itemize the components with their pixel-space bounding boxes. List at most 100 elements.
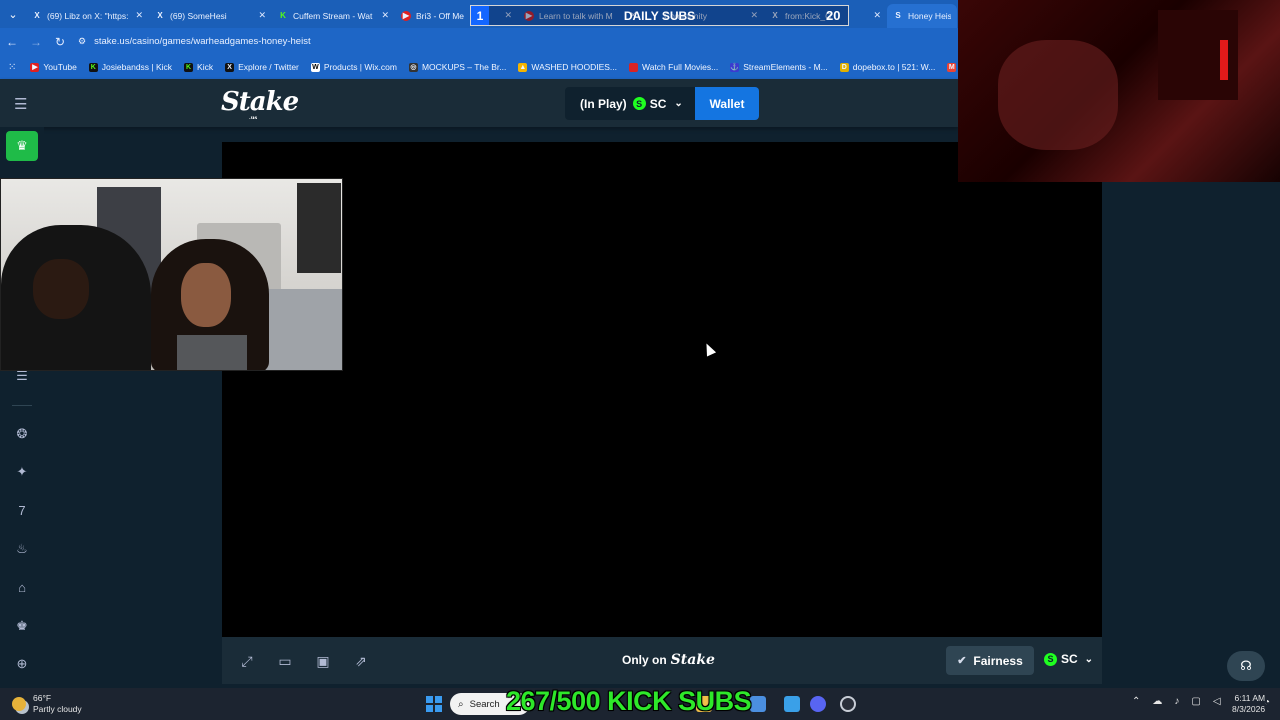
close-tab-icon[interactable]: ✕	[135, 10, 143, 21]
fairness-label: Fairness	[973, 653, 1023, 668]
kick-icon: K	[184, 62, 194, 72]
bookmark-label: WASHED HOODIES...	[531, 62, 618, 72]
clock-date: 8/3/2026	[1232, 704, 1266, 714]
browser-tab[interactable]: K Cuffem Stream - Wat ✕	[272, 4, 395, 28]
x-icon: X	[225, 62, 235, 72]
bookmark-item[interactable]: K Kick	[184, 62, 213, 72]
tab-title: Honey Heist F	[908, 10, 951, 21]
daily-subs-label: DAILY SUBS	[623, 8, 696, 23]
footer-currency-selector[interactable]: S SC ⌄	[1044, 652, 1093, 666]
popout-icon[interactable]: ⇗	[352, 652, 370, 670]
browser-tab[interactable]: S Honey Heist F	[887, 3, 957, 28]
chevron-up-icon[interactable]: ⌃	[1132, 696, 1140, 707]
close-tab-icon[interactable]: ✕	[873, 10, 881, 21]
apps-grid-icon[interactable]: ⁙	[8, 62, 16, 73]
sidebar-item-game-shows[interactable]: ⌂	[12, 577, 32, 597]
sidebar-item-originals[interactable]: ❂	[12, 424, 32, 444]
originals-icon: ❂	[16, 426, 28, 441]
only-on-text: Only on	[622, 653, 667, 667]
sidebar-item-slots[interactable]: 7	[12, 500, 32, 520]
only-on-brand: Stake	[670, 652, 715, 668]
clock-time: 6:11 AM	[1234, 693, 1266, 703]
browser-tab[interactable]: X (69) SomeHesi ✕	[149, 4, 272, 28]
browser-tab[interactable]: X (69) Libz on X: "https: ✕	[26, 4, 149, 28]
tab-search-button[interactable]: ⌄	[0, 0, 26, 28]
notification-bell-icon[interactable]: ◔	[1264, 697, 1270, 708]
sidebar-item-providers[interactable]: ⊕	[12, 654, 32, 674]
bookmark-item[interactable]: ◎ MOCKUPS – The Br...	[408, 62, 506, 72]
tab-title: (69) SomeHesi	[170, 10, 227, 21]
forward-button[interactable]: →	[24, 35, 48, 49]
mail-taskbar-icon[interactable]	[784, 696, 800, 712]
stake-logo[interactable]: Stake .us	[221, 87, 299, 121]
bookmark-item[interactable]: W Products | Wix.com	[310, 62, 397, 72]
bookmark-item[interactable]: ⚓ StreamElements - M...	[730, 62, 828, 72]
obs-icon[interactable]	[840, 696, 856, 712]
url-field[interactable]: ⚙ stake.us/casino/games/warheadgames-hon…	[78, 36, 311, 47]
balance-selector[interactable]: (In Play) S SC ⌄	[565, 87, 695, 120]
stats-icon[interactable]: ▣	[314, 652, 332, 670]
webcam-overlay-left	[0, 178, 343, 371]
game-canvas[interactable]	[222, 142, 1102, 637]
fullscreen-icon[interactable]: ⤢	[238, 652, 256, 670]
tab-title: Cuffem Stream - Wat	[293, 10, 373, 21]
search-label: Search	[469, 698, 500, 710]
wallet-button[interactable]: Wallet	[695, 87, 759, 120]
fairness-button[interactable]: ✔ Fairness	[946, 646, 1034, 675]
bookmarks-bar: ⁙ ▶ YouTube K Josiebandss | Kick K Kick X Explo…	[0, 55, 983, 79]
game-show-icon: ⌂	[18, 579, 26, 595]
browser-taskbar-icon[interactable]	[750, 696, 766, 712]
live-support-button[interactable]: ☊	[1227, 651, 1265, 681]
chevron-down-icon: ⌄	[1084, 653, 1094, 665]
sidebar-item-hot[interactable]: ♨	[12, 539, 32, 559]
bookmark-label: Products | Wix.com	[323, 62, 397, 72]
network-icon[interactable]: ▢	[1191, 696, 1200, 707]
kick-icon: K	[88, 62, 98, 72]
onedrive-icon[interactable]: ☁	[1152, 696, 1162, 707]
site-info-icon[interactable]: ⚙	[78, 36, 86, 47]
discord-icon[interactable]	[810, 696, 826, 712]
volume-icon[interactable]: ◁	[1213, 696, 1221, 707]
x-icon: X	[157, 11, 163, 20]
close-tab-icon[interactable]: ✕	[258, 10, 266, 21]
microphone-icon[interactable]: ♪	[1174, 696, 1179, 707]
bookmark-item[interactable]: Ddopebox.to | 521: W...	[839, 62, 935, 72]
bookmark-label: StreamElements - M...	[743, 62, 828, 72]
streamelements-icon: ⚓	[730, 62, 740, 72]
kick-icon: K	[280, 11, 286, 20]
system-tray: ⌃ ☁ ♪ ▢ ◁	[1132, 696, 1233, 707]
sidebar-item-live[interactable]: ♚	[12, 616, 32, 636]
url-text: stake.us/casino/games/warheadgames-honey…	[94, 36, 311, 47]
bookmark-item[interactable]: Watch Full Movies...	[629, 62, 718, 72]
close-tab-icon[interactable]: ✕	[381, 10, 389, 21]
sidebar-item-casino[interactable]: ♛	[6, 131, 38, 161]
reload-button[interactable]: ↻	[48, 35, 72, 49]
crown-icon: ♚	[16, 618, 28, 633]
sidebar-item-new-releases[interactable]: ✦	[12, 462, 32, 482]
chevron-down-icon: ⌄	[674, 98, 683, 109]
gmail-icon: M	[947, 62, 957, 72]
tab-title: (69) Libz on X: "https:	[47, 10, 129, 21]
bookmark-item[interactable]: X Explore / Twitter	[225, 62, 299, 72]
start-button[interactable]	[426, 696, 442, 712]
taskbar-clock[interactable]: 6:11 AM 8/3/2026	[1232, 693, 1265, 715]
bookmark-label: Josiebandss | Kick	[101, 62, 173, 72]
only-on-stake-label: Only on Stake	[622, 652, 715, 668]
theatre-mode-icon[interactable]: ▭	[276, 652, 294, 670]
bookmark-item[interactable]: ▲ WASHED HOODIES...	[518, 62, 617, 72]
bookmark-item[interactable]: K Josiebandss | Kick	[88, 62, 173, 72]
weather-condition: Partly cloudy	[33, 704, 82, 714]
back-button[interactable]: ←	[0, 35, 24, 49]
bookmark-label: Kick	[197, 62, 214, 72]
footer-currency-label: SC	[1061, 652, 1078, 666]
slots-icon: 7	[18, 502, 26, 518]
menu-hamburger-icon[interactable]: ☰	[14, 95, 30, 113]
currency-label: SC	[649, 96, 667, 111]
bookmark-item[interactable]: ▶ YouTube	[30, 62, 77, 72]
game-footer: ⤢ ▭ ▣ ⇗ Only on Stake ✔ Fairness S SC ⌄	[222, 637, 1102, 684]
sparkle-icon: ✦	[16, 464, 28, 479]
providers-icon: ⊕	[16, 656, 28, 671]
stake-top-nav: ☰ Stake .us (In Play) S SC ⌄ Wallet	[0, 79, 958, 127]
weather-widget[interactable]: 66°F Partly cloudy	[12, 693, 82, 715]
dopebox-icon: D	[839, 62, 849, 72]
